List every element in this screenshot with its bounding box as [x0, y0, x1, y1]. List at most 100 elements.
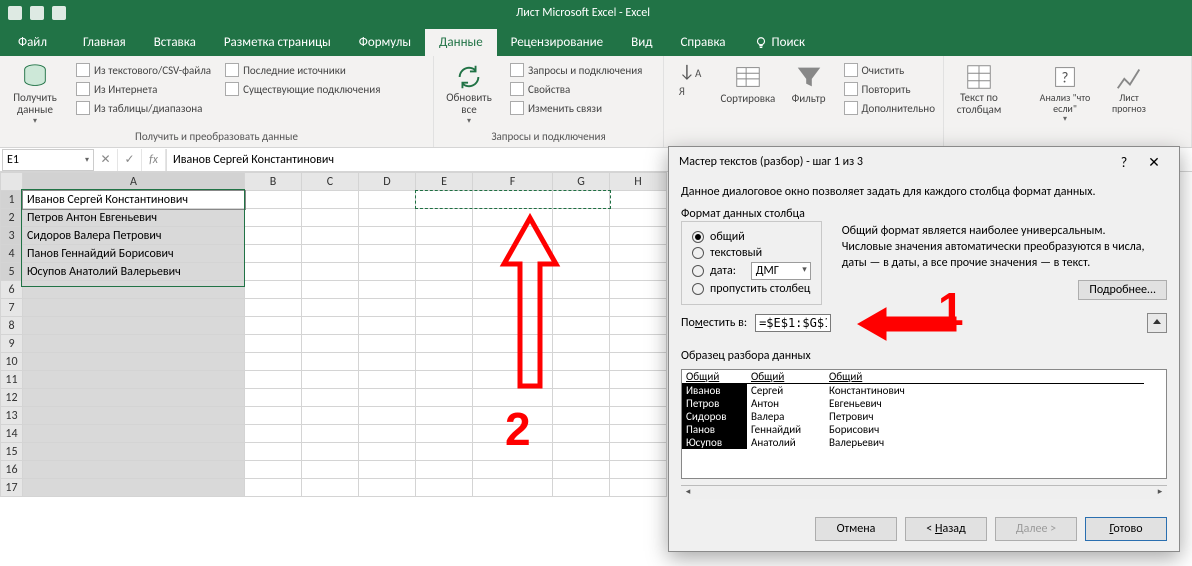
get-data-button[interactable]: Получить данные ▾: [4, 58, 66, 128]
from-csv-button[interactable]: Из текстового/CSV-файла: [72, 62, 215, 78]
cell[interactable]: [23, 479, 245, 497]
radio-text[interactable]: текстовый: [692, 246, 811, 260]
cell[interactable]: [23, 335, 245, 353]
row-header[interactable]: 12: [1, 389, 23, 407]
cell[interactable]: [473, 209, 553, 227]
cell[interactable]: [245, 227, 302, 245]
cell[interactable]: [416, 227, 473, 245]
cell[interactable]: [359, 407, 416, 425]
cancel-button[interactable]: Отмена: [815, 517, 897, 541]
cell[interactable]: [473, 245, 553, 263]
cell[interactable]: [416, 371, 473, 389]
cell[interactable]: [23, 317, 245, 335]
row-header[interactable]: 1: [1, 191, 23, 209]
row-header[interactable]: 10: [1, 353, 23, 371]
cell[interactable]: [473, 281, 553, 299]
redo-icon[interactable]: [52, 6, 66, 20]
cell[interactable]: [416, 425, 473, 443]
cell[interactable]: [553, 443, 610, 461]
cell[interactable]: [416, 245, 473, 263]
cell[interactable]: [245, 281, 302, 299]
tab-review[interactable]: Рецензирование: [497, 29, 617, 56]
back-button[interactable]: < Назад: [905, 517, 987, 541]
cell[interactable]: Юсупов Анатолий Валерьевич: [23, 263, 245, 281]
cell[interactable]: [302, 191, 359, 209]
cell[interactable]: [359, 425, 416, 443]
cell[interactable]: [245, 407, 302, 425]
cell[interactable]: [416, 461, 473, 479]
row-header[interactable]: 7: [1, 299, 23, 317]
close-button[interactable]: ✕: [1139, 154, 1169, 171]
cell[interactable]: [416, 353, 473, 371]
cell[interactable]: [553, 389, 610, 407]
cell[interactable]: [302, 461, 359, 479]
cell[interactable]: [245, 479, 302, 497]
cell[interactable]: [553, 461, 610, 479]
cell[interactable]: [416, 407, 473, 425]
cell[interactable]: [23, 281, 245, 299]
name-box[interactable]: E1 ▾: [2, 149, 94, 171]
reapply-button[interactable]: Повторить: [840, 81, 939, 97]
cell[interactable]: [473, 461, 553, 479]
cell[interactable]: [359, 191, 416, 209]
cell[interactable]: [610, 461, 667, 479]
existing-connections-button[interactable]: Существующие подключения: [221, 81, 384, 97]
cell[interactable]: [416, 209, 473, 227]
cell[interactable]: [245, 335, 302, 353]
cell[interactable]: [23, 407, 245, 425]
cell[interactable]: [302, 407, 359, 425]
recent-sources-button[interactable]: Последние источники: [221, 62, 384, 78]
cell[interactable]: [473, 479, 553, 497]
cell[interactable]: [359, 443, 416, 461]
cell[interactable]: [23, 371, 245, 389]
undo-icon[interactable]: [30, 6, 44, 20]
cell[interactable]: [359, 461, 416, 479]
sort-az-button[interactable]: ↓АЯ: [668, 58, 712, 128]
cell[interactable]: [610, 479, 667, 497]
cell[interactable]: [302, 299, 359, 317]
cell[interactable]: [245, 245, 302, 263]
forecast-sheet-button[interactable]: Лист прогноз: [1102, 58, 1156, 128]
cell[interactable]: [302, 371, 359, 389]
cell[interactable]: [553, 299, 610, 317]
cell[interactable]: Петров Антон Евгеньевич: [23, 209, 245, 227]
cell[interactable]: [473, 389, 553, 407]
col-header-a[interactable]: A: [23, 173, 245, 191]
range-picker-button[interactable]: [1147, 313, 1167, 333]
text-to-columns-button[interactable]: Текст по столбцам: [948, 58, 1010, 128]
cell[interactable]: [610, 335, 667, 353]
cell[interactable]: [245, 443, 302, 461]
tab-insert[interactable]: Вставка: [140, 29, 210, 56]
preview-scrollbar[interactable]: ◂ ▸: [681, 485, 1167, 499]
cell[interactable]: [473, 353, 553, 371]
cell[interactable]: [610, 353, 667, 371]
cell[interactable]: [473, 407, 553, 425]
cell[interactable]: [610, 443, 667, 461]
row-header[interactable]: 13: [1, 407, 23, 425]
cell[interactable]: [359, 371, 416, 389]
row-header[interactable]: 16: [1, 461, 23, 479]
cell[interactable]: [302, 479, 359, 497]
cell[interactable]: [473, 443, 553, 461]
cell[interactable]: [553, 335, 610, 353]
cell[interactable]: [245, 353, 302, 371]
properties-button[interactable]: Свойства: [506, 81, 646, 97]
cell[interactable]: [473, 335, 553, 353]
cell[interactable]: [610, 263, 667, 281]
cell[interactable]: [610, 209, 667, 227]
cell[interactable]: [610, 389, 667, 407]
cell[interactable]: [359, 209, 416, 227]
cell[interactable]: [553, 209, 610, 227]
row-header[interactable]: 15: [1, 443, 23, 461]
cell[interactable]: [416, 263, 473, 281]
advanced-filter-button[interactable]: Дополнительно: [840, 100, 939, 116]
cell[interactable]: [359, 353, 416, 371]
cell[interactable]: [302, 245, 359, 263]
cell[interactable]: [245, 317, 302, 335]
cell[interactable]: [23, 353, 245, 371]
select-all-corner[interactable]: [1, 173, 23, 191]
cell[interactable]: [416, 389, 473, 407]
cell[interactable]: [245, 425, 302, 443]
cell[interactable]: [553, 227, 610, 245]
worksheet-grid[interactable]: A B C D E F G H 1Иванов Сергей Константи…: [0, 172, 667, 497]
